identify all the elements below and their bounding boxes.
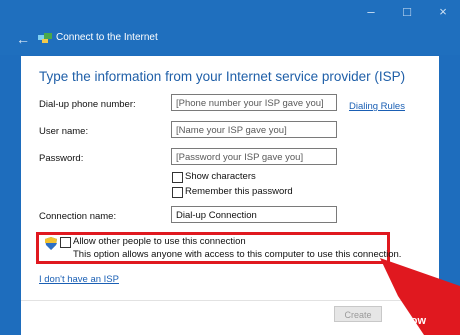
- window-controls: – □ ×: [364, 4, 450, 19]
- maximize-button[interactable]: □: [400, 4, 414, 19]
- dialing-rules-link[interactable]: Dialing Rules: [349, 101, 405, 112]
- footer-divider: [21, 300, 439, 301]
- connection-name-input[interactable]: Dial-up Connection: [171, 206, 337, 223]
- title-bar: – □ × ← Connect to the Internet: [0, 0, 460, 55]
- password-label: Password:: [39, 153, 84, 164]
- allow-others-note: This option allows anyone with access to…: [73, 249, 402, 260]
- allow-others-checkbox[interactable]: [60, 237, 71, 248]
- phone-number-label: Dial-up phone number:: [39, 99, 136, 110]
- password-input[interactable]: [Password your ISP gave you]: [171, 148, 337, 165]
- phone-number-input[interactable]: [Phone number your ISP gave you]: [171, 94, 337, 111]
- window-title: Connect to the Internet: [56, 32, 158, 43]
- minimize-button[interactable]: –: [364, 4, 378, 19]
- user-name-label: User name:: [39, 126, 89, 137]
- remember-password-label: Remember this password: [185, 186, 293, 197]
- create-button[interactable]: Create: [334, 306, 382, 322]
- page-heading: Type the information from your Internet …: [39, 69, 406, 84]
- back-arrow-icon[interactable]: ←: [16, 31, 30, 47]
- no-isp-link[interactable]: I don't have an ISP: [39, 274, 119, 285]
- show-characters-label: Show characters: [185, 171, 256, 182]
- user-name-input[interactable]: [Name your ISP gave you]: [171, 121, 337, 138]
- network-connection-icon: [38, 33, 52, 43]
- remember-password-checkbox[interactable]: [172, 187, 183, 198]
- show-characters-checkbox[interactable]: [172, 172, 183, 183]
- wikihow-watermark: wikiHow: [382, 315, 427, 327]
- connection-name-label: Connection name:: [39, 211, 117, 222]
- shield-icon: [45, 237, 57, 250]
- allow-others-label: Allow other people to use this connectio…: [73, 236, 246, 247]
- dialog-body: Type the information from your Internet …: [21, 56, 439, 335]
- close-button[interactable]: ×: [436, 4, 450, 19]
